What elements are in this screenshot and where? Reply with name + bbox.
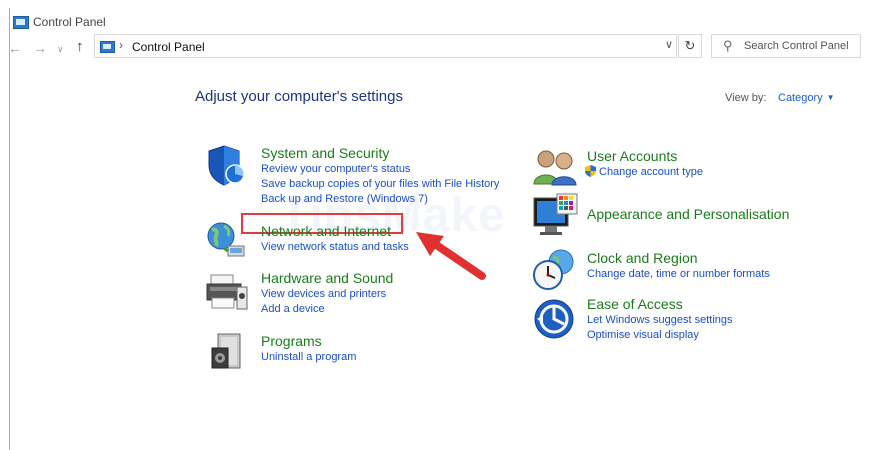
control-panel-icon	[13, 16, 29, 29]
view-by-value: Category	[778, 92, 823, 104]
category-title-programs[interactable]: Programs	[261, 332, 356, 350]
title-bar: Control Panel	[9, 8, 870, 34]
link-add-device[interactable]: Add a device	[261, 302, 393, 317]
category-title-network-and-internet[interactable]: Network and Internet	[261, 222, 409, 240]
category-ease-of-access: Ease of Access Let Windows suggest setti…	[587, 295, 733, 343]
recent-locations-chevron-icon[interactable]: ∨	[57, 44, 64, 55]
link-change-date-time[interactable]: Change date, time or number formats	[587, 267, 770, 282]
category-appearance-and-personalisation: Appearance and Personalisation	[587, 205, 789, 223]
category-system-and-security: System and Security Review your computer…	[261, 144, 499, 207]
view-by-label: View by:	[725, 92, 767, 104]
category-title-ease-of-access[interactable]: Ease of Access	[587, 295, 733, 313]
window-left-border	[9, 8, 10, 450]
breadcrumb-separator-icon: ›	[119, 38, 123, 52]
search-icon: ⚲	[723, 38, 733, 53]
category-title-system-and-security[interactable]: System and Security	[261, 144, 499, 162]
link-change-account-type[interactable]: Change account type	[585, 165, 703, 180]
search-input[interactable]	[744, 37, 860, 55]
dropdown-arrow-icon: ▼	[826, 93, 835, 102]
monitor-palette-icon[interactable]	[531, 192, 579, 238]
ease-of-access-icon[interactable]	[533, 298, 575, 340]
forward-arrow-icon[interactable]: →	[33, 40, 47, 56]
category-programs: Programs Uninstall a program	[261, 332, 356, 365]
category-title-clock-and-region[interactable]: Clock and Region	[587, 249, 770, 267]
view-by-dropdown[interactable]: Category ▼	[778, 92, 835, 104]
refresh-button[interactable]: ↻	[678, 34, 702, 58]
red-arrow-annotation	[416, 232, 486, 280]
link-windows-suggest[interactable]: Let Windows suggest settings	[587, 313, 733, 328]
link-review-status[interactable]: Review your computer's status	[261, 162, 499, 177]
category-title-hardware-and-sound[interactable]: Hardware and Sound	[261, 269, 393, 287]
clock-globe-icon[interactable]	[531, 248, 579, 292]
chevron-down-icon[interactable]: ∨	[665, 38, 673, 51]
programs-box-icon[interactable]	[210, 332, 246, 372]
control-panel-icon	[100, 41, 115, 53]
link-change-account-type-label: Change account type	[599, 166, 703, 178]
category-title-appearance-and-personalisation[interactable]: Appearance and Personalisation	[587, 205, 789, 223]
category-network-and-internet: Network and Internet View network status…	[261, 222, 409, 255]
category-hardware-and-sound: Hardware and Sound View devices and prin…	[261, 269, 393, 317]
search-box[interactable]: ⚲	[711, 34, 861, 58]
link-backup-restore[interactable]: Back up and Restore (Windows 7)	[261, 192, 499, 207]
category-title-user-accounts[interactable]: User Accounts	[587, 147, 703, 165]
link-optimise-display[interactable]: Optimise visual display	[587, 328, 733, 343]
link-uninstall-program[interactable]: Uninstall a program	[261, 350, 356, 365]
uac-shield-icon	[585, 165, 596, 177]
shield-icon[interactable]	[205, 143, 247, 187]
up-arrow-icon[interactable]: ↑	[76, 38, 84, 55]
page-title: Adjust your computer's settings	[195, 88, 403, 105]
back-arrow-icon[interactable]: ←	[8, 40, 22, 56]
link-file-history[interactable]: Save backup copies of your files with Fi…	[261, 177, 499, 192]
category-user-accounts: User Accounts Change account type	[585, 147, 703, 180]
link-network-status[interactable]: View network status and tasks	[261, 240, 409, 255]
users-icon[interactable]	[533, 148, 579, 186]
breadcrumb-control-panel[interactable]: Control Panel	[132, 40, 205, 54]
category-clock-and-region: Clock and Region Change date, time or nu…	[587, 249, 770, 282]
link-devices-printers[interactable]: View devices and printers	[261, 287, 393, 302]
window-title: Control Panel	[33, 15, 106, 29]
address-bar[interactable]: › Control Panel ∨	[94, 34, 677, 58]
printer-icon[interactable]	[205, 273, 249, 313]
